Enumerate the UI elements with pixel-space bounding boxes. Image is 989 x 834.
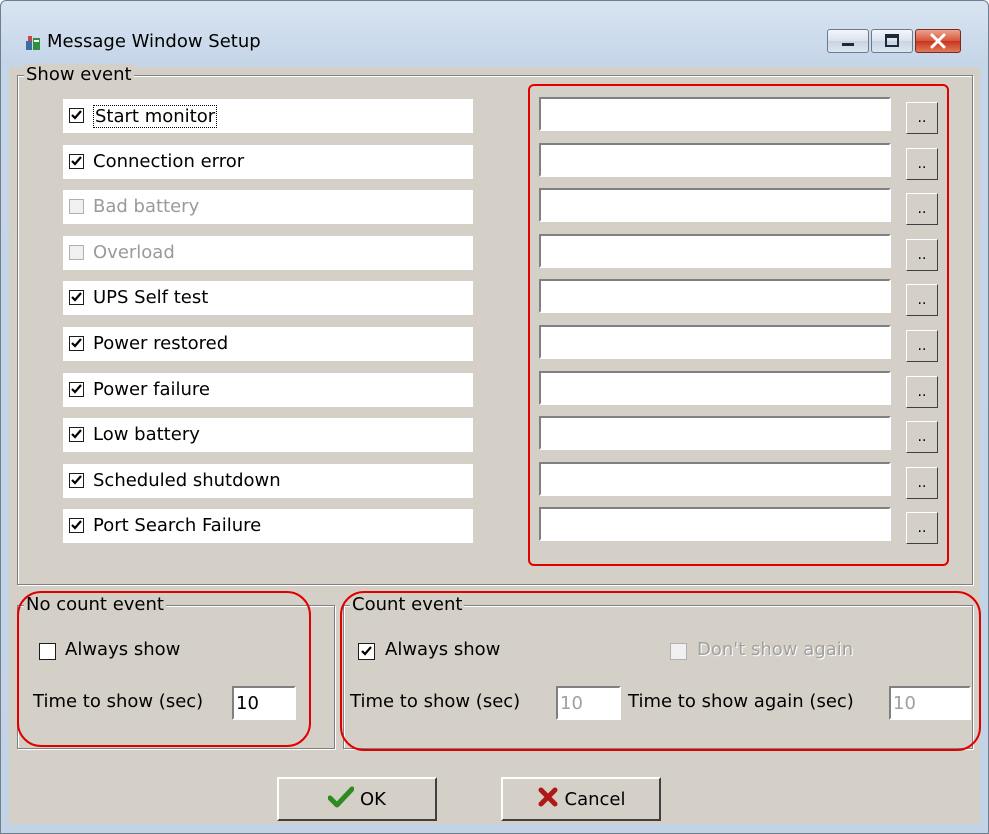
no-count-always-show-checkbox[interactable] <box>39 643 56 660</box>
browse-button[interactable]: .. <box>906 467 938 499</box>
event-checkbox[interactable] <box>69 518 84 533</box>
ok-button-label: OK <box>360 788 386 810</box>
browse-button[interactable]: .. <box>906 421 938 453</box>
event-checkbox[interactable] <box>69 382 84 397</box>
title-bar[interactable]: Message Window Setup <box>1 1 988 67</box>
browse-button[interactable]: .. <box>906 102 938 134</box>
event-file-path-input[interactable] <box>539 416 891 450</box>
count-dont-show-again-label: Don't show again <box>697 639 854 660</box>
event-row[interactable]: Power failure <box>63 373 473 407</box>
minimize-icon <box>828 30 868 52</box>
browse-button[interactable]: .. <box>906 330 938 362</box>
event-row[interactable]: Scheduled shutdown <box>63 464 473 498</box>
event-checkbox[interactable] <box>69 245 84 260</box>
no-count-time-input[interactable] <box>232 686 296 720</box>
event-label: Connection error <box>93 151 245 172</box>
browse-button[interactable]: .. <box>906 148 938 180</box>
event-row[interactable]: Start monitor <box>63 99 473 133</box>
event-checkbox[interactable] <box>69 336 84 351</box>
minimize-button[interactable] <box>827 29 869 53</box>
event-file-path-input[interactable] <box>539 507 891 541</box>
event-label: Bad battery <box>93 196 200 217</box>
event-file-path-input[interactable] <box>539 462 891 496</box>
event-row[interactable]: Bad battery <box>63 190 473 224</box>
event-checkbox[interactable] <box>69 473 84 488</box>
close-icon <box>916 30 960 52</box>
event-file-path-input[interactable] <box>539 371 891 405</box>
event-label: Scheduled shutdown <box>93 470 281 491</box>
no-count-event-label: No count event <box>24 594 166 615</box>
event-checkbox[interactable] <box>69 290 84 305</box>
event-row[interactable]: Power restored <box>63 327 473 361</box>
close-button[interactable] <box>915 29 961 53</box>
count-always-show-checkbox[interactable] <box>358 643 375 660</box>
event-label: UPS Self test <box>93 287 209 308</box>
browse-button[interactable]: .. <box>906 239 938 271</box>
no-count-time-label: Time to show (sec) <box>33 691 204 712</box>
maximize-button[interactable] <box>871 29 913 53</box>
event-label: Power failure <box>93 379 210 400</box>
event-file-path-input[interactable] <box>539 325 891 359</box>
browse-button[interactable]: .. <box>906 193 938 225</box>
event-file-path-input[interactable] <box>539 97 891 131</box>
message-window-setup-dialog: Message Window Setup Show event Start mo… <box>0 0 989 834</box>
count-event-group: Count event <box>343 594 973 749</box>
browse-button[interactable]: .. <box>906 512 938 544</box>
show-event-group-label: Show event <box>24 64 134 85</box>
maximize-icon <box>872 30 912 52</box>
event-row[interactable]: UPS Self test <box>63 281 473 315</box>
no-count-always-show-label: Always show <box>65 639 181 660</box>
event-row[interactable]: Connection error <box>63 145 473 179</box>
no-count-event-group: No count event <box>17 594 335 749</box>
window-title: Message Window Setup <box>47 31 261 52</box>
checkmark-icon <box>327 786 355 813</box>
event-file-path-input[interactable] <box>539 143 891 177</box>
event-file-path-input[interactable] <box>539 279 891 313</box>
event-checkbox[interactable] <box>69 427 84 442</box>
cancel-button[interactable]: Cancel <box>501 777 661 821</box>
app-icon <box>25 35 41 51</box>
event-label: Power restored <box>93 333 229 354</box>
ok-button[interactable]: OK <box>277 777 437 821</box>
browse-button[interactable]: .. <box>906 376 938 408</box>
count-time-input[interactable] <box>556 686 621 720</box>
event-file-path-input[interactable] <box>539 234 891 268</box>
event-label: Port Search Failure <box>93 515 262 536</box>
count-always-show-label: Always show <box>385 639 501 660</box>
dialog-client-area: Show event Start monitor Connection error… <box>9 64 981 824</box>
event-row[interactable]: Port Search Failure <box>63 509 473 543</box>
event-label: Low battery <box>93 424 200 445</box>
event-file-path-input[interactable] <box>539 188 891 222</box>
count-dont-show-again-checkbox[interactable] <box>670 643 687 660</box>
event-checkbox[interactable] <box>69 199 84 214</box>
browse-button[interactable]: .. <box>906 284 938 316</box>
event-checkbox[interactable] <box>69 108 84 123</box>
event-row[interactable]: Overload <box>63 236 473 270</box>
event-label: Start monitor <box>93 105 218 128</box>
event-checkbox[interactable] <box>69 154 84 169</box>
count-event-label: Count event <box>350 594 465 615</box>
cancel-x-icon <box>537 786 559 813</box>
count-time-again-input[interactable] <box>889 686 971 720</box>
count-time-again-label: Time to show again (sec) <box>628 691 854 712</box>
event-label: Overload <box>93 242 175 263</box>
count-time-label: Time to show (sec) <box>350 691 521 712</box>
cancel-button-label: Cancel <box>564 788 626 810</box>
event-row[interactable]: Low battery <box>63 418 473 452</box>
